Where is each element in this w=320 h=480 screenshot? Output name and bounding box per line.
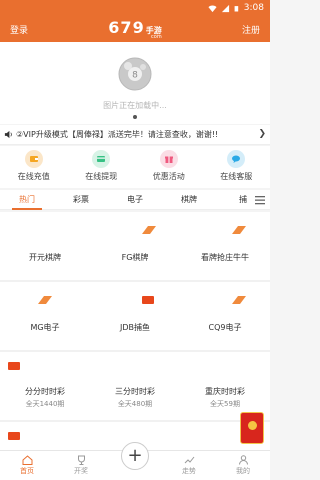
game-name: MG电子 bbox=[30, 322, 60, 332]
announcement-marquee[interactable]: ②VIP升级模式【周俸禄】派送完毕！请注意查收，谢谢!! ❯ bbox=[0, 125, 270, 145]
nav-results[interactable]: 开奖 bbox=[54, 451, 108, 480]
game-draw-count: 全天59期 bbox=[210, 399, 240, 408]
nav-label: 开奖 bbox=[74, 467, 88, 475]
nav-label: 走势 bbox=[182, 467, 196, 475]
quick-action-label: 在线充值 bbox=[17, 172, 50, 181]
quick-action-withdraw[interactable]: 在线提现 bbox=[68, 146, 136, 188]
banner-carousel[interactable]: 8 图片正在加载中... bbox=[0, 42, 270, 124]
tab-hot[interactable]: 热门 bbox=[0, 190, 54, 210]
hot-badge-icon bbox=[142, 296, 154, 304]
quick-action-label: 在线客服 bbox=[220, 172, 253, 181]
quick-action-deposit[interactable]: 在线充值 bbox=[0, 146, 68, 188]
game-card[interactable]: 开元棋牌 bbox=[0, 212, 90, 280]
nav-home[interactable]: 首页 bbox=[0, 451, 54, 480]
carousel-dot bbox=[133, 115, 137, 119]
hot-badge-icon bbox=[8, 432, 20, 440]
game-card[interactable]: 重庆时时彩 全天59期 bbox=[180, 352, 270, 420]
card-icon bbox=[92, 150, 111, 168]
wallet-icon bbox=[24, 150, 43, 168]
game-grid: 开元棋牌 FG棋牌 看牌抢庄牛牛 MG电子 JDB捕鱼 CQ9电子 分分时时彩 … bbox=[0, 212, 270, 450]
speaker-icon bbox=[0, 125, 16, 144]
hot-tag-icon bbox=[232, 226, 246, 234]
game-draw-count: 全天480期 bbox=[117, 399, 153, 408]
gift-icon bbox=[159, 150, 178, 168]
red-envelope-button[interactable] bbox=[240, 412, 264, 444]
game-card[interactable] bbox=[0, 422, 90, 450]
game-name: 重庆时时彩 bbox=[205, 386, 245, 396]
game-card[interactable]: MG电子 bbox=[0, 282, 90, 350]
logo-word: 手游 com bbox=[146, 25, 162, 40]
nav-trend[interactable]: 走势 bbox=[162, 451, 216, 480]
game-card[interactable]: 看牌抢庄牛牛 bbox=[180, 212, 270, 280]
battery-icon bbox=[234, 5, 238, 11]
svg-text:8: 8 bbox=[132, 71, 138, 81]
game-draw-count: 全天1440期 bbox=[25, 399, 65, 408]
app-screen: 3:08 登录 679 手游 com 注册 8 图片正在加载中... ②VIP升… bbox=[0, 0, 270, 480]
game-name: 三分时时彩 bbox=[115, 386, 155, 396]
category-tabs: 热门 彩票 电子 棋牌 捕 bbox=[0, 190, 270, 210]
quick-actions: 在线充值 在线提现 优惠活动 在线客服 bbox=[0, 146, 270, 188]
nav-profile[interactable]: 我的 bbox=[216, 451, 270, 480]
wifi-icon bbox=[208, 5, 217, 12]
game-name: 开元棋牌 bbox=[29, 252, 61, 262]
plus-icon[interactable]: + bbox=[121, 442, 149, 470]
chat-icon bbox=[227, 150, 246, 168]
banner-loading-text: 图片正在加载中... bbox=[103, 101, 167, 110]
game-card[interactable]: CQ9电子 bbox=[180, 282, 270, 350]
trend-icon bbox=[184, 456, 194, 464]
game-name: JDB捕鱼 bbox=[119, 322, 150, 332]
quick-action-label: 在线提现 bbox=[85, 172, 118, 181]
announcement-text: ②VIP升级模式【周俸禄】派送完毕！请注意查收，谢谢!! bbox=[16, 130, 219, 139]
game-card[interactable]: JDB捕鱼 bbox=[90, 282, 180, 350]
nav-label: 首页 bbox=[20, 467, 34, 475]
game-name: 看牌抢庄牛牛 bbox=[201, 252, 249, 262]
signal-icon bbox=[221, 4, 229, 12]
quick-action-label: 优惠活动 bbox=[152, 172, 185, 181]
game-card[interactable]: 分分时时彩 全天1440期 bbox=[0, 352, 90, 420]
tab-lottery[interactable]: 彩票 bbox=[54, 190, 108, 210]
tab-chess[interactable]: 棋牌 bbox=[162, 190, 216, 210]
register-link[interactable]: 注册 bbox=[242, 23, 260, 36]
game-name: FG棋牌 bbox=[121, 252, 149, 262]
home-icon bbox=[22, 455, 32, 465]
game-card[interactable]: 三分时时彩 全天480期 bbox=[90, 352, 180, 420]
login-link[interactable]: 登录 bbox=[10, 23, 28, 36]
game-name: 分分时时彩 bbox=[25, 386, 65, 396]
menu-icon[interactable] bbox=[254, 194, 266, 206]
status-time: 3:08 bbox=[243, 3, 264, 13]
app-header: 登录 679 手游 com 注册 bbox=[0, 16, 270, 42]
hot-tag-icon bbox=[232, 296, 246, 304]
nav-label: 我的 bbox=[236, 467, 250, 475]
tab-electronic[interactable]: 电子 bbox=[108, 190, 162, 210]
trophy-icon bbox=[77, 455, 85, 465]
coin-icon bbox=[248, 421, 257, 430]
game-name: CQ9电子 bbox=[208, 322, 242, 332]
chevron-right-icon[interactable]: ❯ bbox=[256, 129, 266, 139]
game-card[interactable]: FG棋牌 bbox=[90, 212, 180, 280]
app-logo: 679 手游 com bbox=[108, 18, 161, 40]
hot-badge-icon bbox=[8, 362, 20, 370]
quick-action-promotions[interactable]: 优惠活动 bbox=[135, 146, 203, 188]
status-bar: 3:08 bbox=[0, 0, 270, 16]
billiard-ball-icon: 8 bbox=[118, 57, 152, 91]
quick-action-support[interactable]: 在线客服 bbox=[203, 146, 271, 188]
hot-tag-icon bbox=[38, 296, 52, 304]
user-icon bbox=[238, 455, 248, 465]
logo-number: 679 bbox=[108, 18, 145, 37]
hot-tag-icon bbox=[142, 226, 156, 234]
